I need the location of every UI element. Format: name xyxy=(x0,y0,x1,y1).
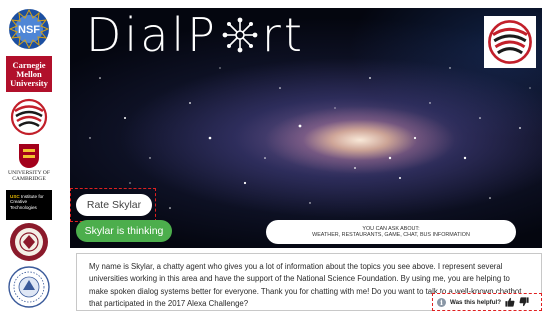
skylar-status-button[interactable]: Skylar is thinking xyxy=(76,220,172,242)
topics-list: WEATHER, RESTAURANTS, GAME, CHAT, BUS IN… xyxy=(312,232,470,239)
helpful-question: Was this helpful? xyxy=(450,298,501,306)
topics-box: YOU CAN ASK ABOUT: WEATHER, RESTAURANTS,… xyxy=(266,220,516,244)
svg-text:NSF: NSF xyxy=(18,24,40,36)
rate-skylar-button[interactable]: Rate Skylar xyxy=(76,194,152,216)
helpful-feedback-bar: i Was this helpful? xyxy=(432,293,542,311)
partner-logos-column: NSF Carnegie Mellon University UNIVERSIT… xyxy=(0,0,62,314)
nsf-globe-icon: NSF xyxy=(8,8,50,50)
carnegie-mellon-logo: Carnegie Mellon University xyxy=(6,56,52,92)
seal-icon xyxy=(10,223,48,261)
signal-waves-icon xyxy=(488,20,532,64)
signal-waves-icon xyxy=(10,98,48,136)
cambridge-logo: UNIVERSITY OF CAMBRIDGE xyxy=(6,140,52,186)
usc-ict-logo: USC Institute for Creative Technologies xyxy=(6,190,52,220)
thumbs-down-icon[interactable] xyxy=(519,297,529,307)
cambridge-line-2: CAMBRIDGE xyxy=(12,176,46,182)
cmu-line-3: University xyxy=(10,77,48,88)
dialport-wordmark: DialP rt xyxy=(86,8,305,62)
brand-text-right: rt xyxy=(261,8,305,62)
dialport-corner-logo xyxy=(484,16,536,68)
university-seal-2 xyxy=(6,266,52,308)
cambridge-crest-icon xyxy=(19,143,39,168)
usc-text: USC xyxy=(10,194,20,199)
info-icon[interactable]: i xyxy=(437,297,446,307)
brand-text-left: DialP xyxy=(86,8,218,62)
seal-icon-blue xyxy=(8,266,50,308)
nsf-logo: NSF xyxy=(6,8,52,50)
dialport-hero-panel: DialP rt Rate Skylar Skylar is thinking … xyxy=(70,8,542,248)
university-seal-1 xyxy=(6,222,52,262)
dialport-signal-logo xyxy=(6,98,52,136)
network-hub-icon xyxy=(222,17,258,53)
thumbs-up-icon[interactable] xyxy=(505,297,515,307)
